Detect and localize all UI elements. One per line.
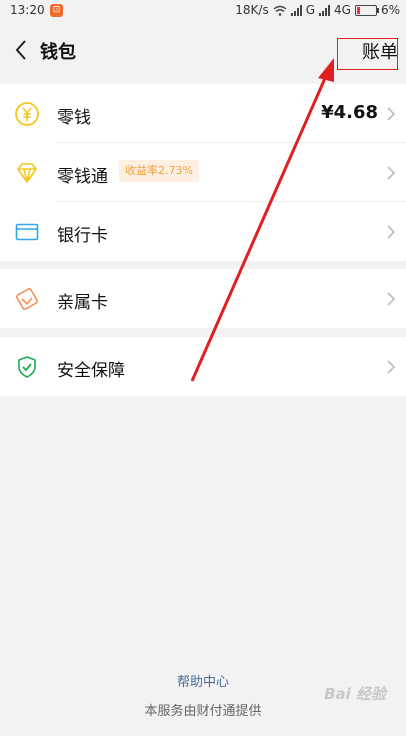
chevron-right-icon — [387, 225, 396, 239]
notification-icon: ⊡ — [50, 4, 63, 17]
status-bar: 13:20 ⊡ 18K/s G 4G 6% — [0, 0, 406, 22]
list-item-bank-card[interactable]: 银行卡 — [0, 202, 406, 261]
battery-level: 6% — [380, 3, 400, 17]
list-item-change[interactable]: 零钱 ¥4.68 — [0, 84, 406, 143]
bank-card-icon — [15, 223, 39, 241]
list-item-lingqiantong[interactable]: 零钱通 收益率2.73% — [0, 143, 406, 202]
list-item-label: 零钱 — [57, 108, 91, 128]
list-item-label: 零钱通 — [57, 167, 108, 187]
wifi-icon — [273, 5, 287, 16]
highlight-box — [337, 38, 398, 70]
chevron-right-icon — [387, 360, 396, 374]
network-g: G — [305, 3, 316, 17]
diamond-icon — [17, 163, 37, 183]
list-item-family-card[interactable]: 亲属卡 — [0, 269, 406, 328]
battery-icon — [354, 4, 379, 16]
yuan-coin-icon — [15, 102, 39, 126]
chevron-right-icon — [387, 107, 396, 121]
chevron-right-icon — [387, 292, 396, 306]
family-card-icon — [16, 288, 38, 310]
list-item-label: 安全保障 — [57, 361, 125, 381]
security-group: 安全保障 — [0, 337, 406, 396]
network-4g: 4G — [334, 3, 351, 17]
status-time: 13:20 — [10, 3, 45, 17]
chevron-right-icon — [387, 166, 396, 180]
net-speed: 18K/s — [235, 3, 269, 17]
status-indicators: 18K/s G 4G 6% — [235, 3, 400, 17]
chevron-left-icon[interactable] — [12, 38, 32, 62]
page-title: 钱包 — [40, 42, 76, 63]
signal-icon — [290, 4, 302, 16]
yield-badge: 收益率2.73% — [119, 160, 199, 182]
list-item-security[interactable]: 安全保障 — [0, 337, 406, 396]
baidu-watermark: Bai 经验 — [324, 685, 386, 703]
wallet-group: 零钱 ¥4.68 零钱通 收益率2.73% 银行卡 — [0, 84, 406, 261]
list-item-label: 亲属卡 — [57, 293, 108, 313]
balance-value: ¥4.68 — [321, 102, 378, 123]
signal-icon-2 — [319, 4, 331, 16]
family-card-group: 亲属卡 — [0, 269, 406, 328]
shield-check-icon — [18, 356, 36, 378]
list-item-label: 银行卡 — [57, 226, 108, 246]
